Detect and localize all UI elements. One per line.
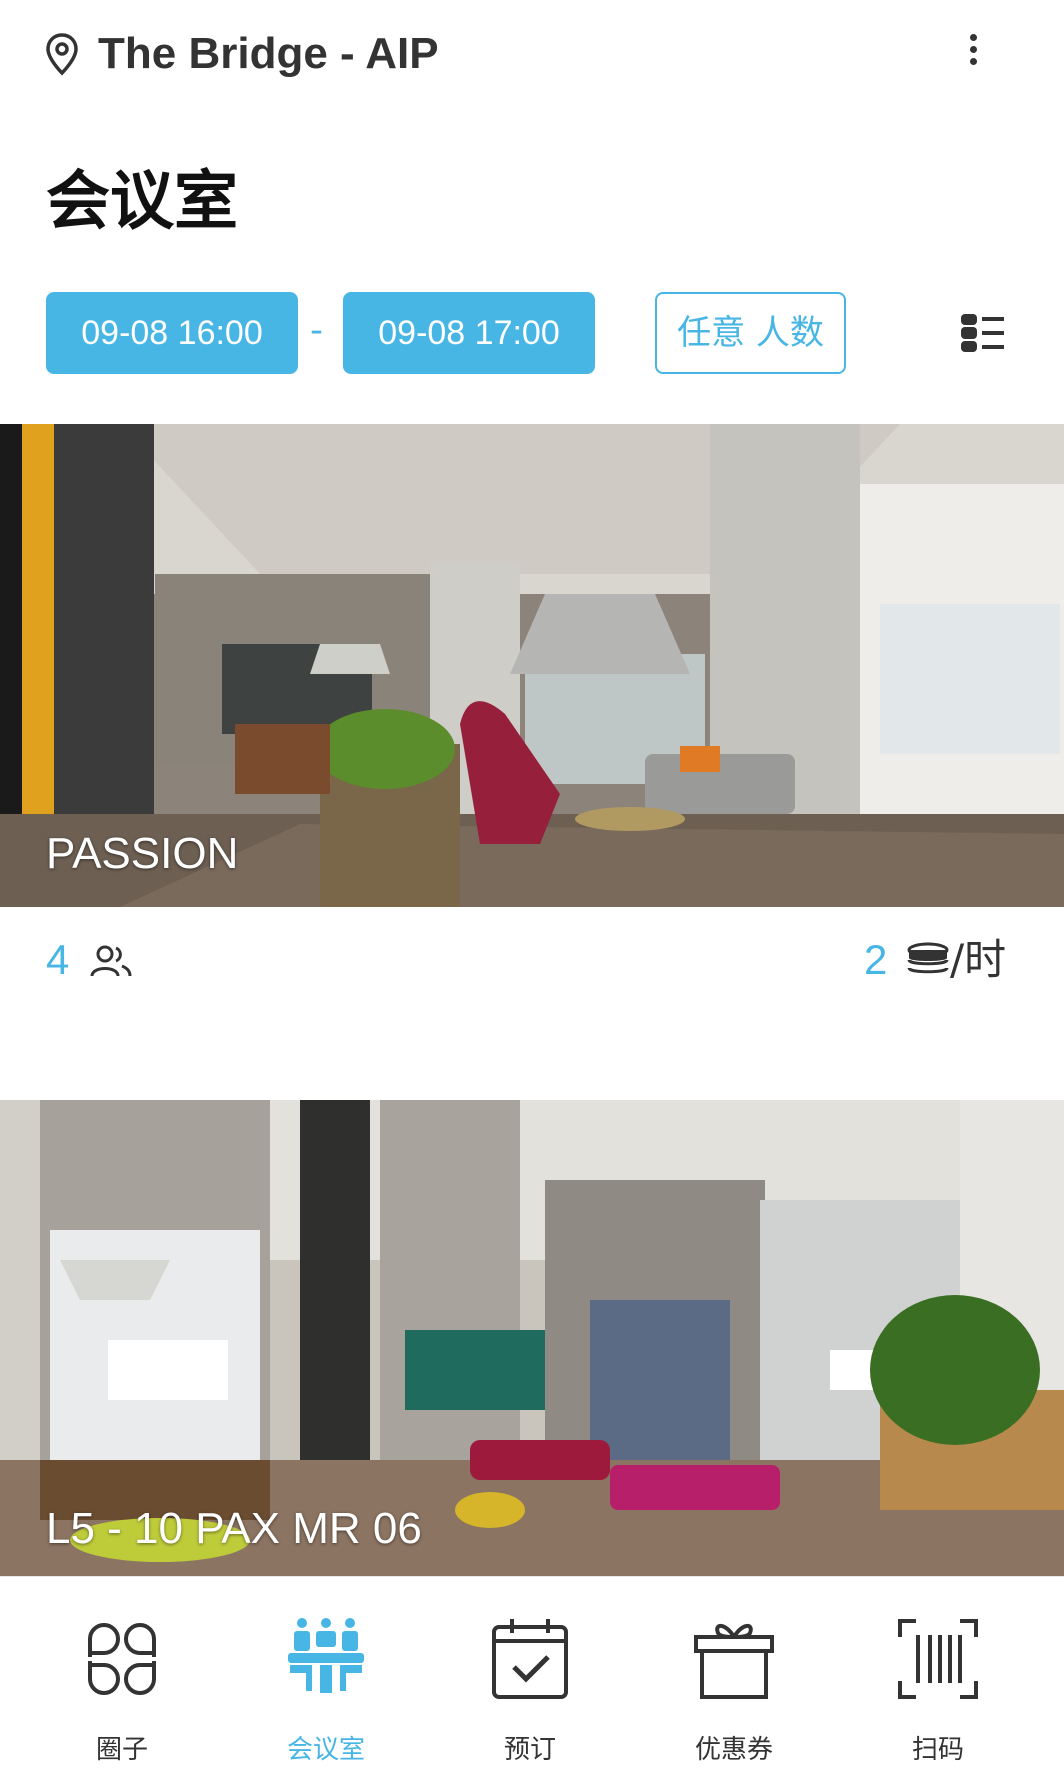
list-view-icon[interactable] (960, 312, 1006, 354)
room-name: L5 - 10 PAX MR 06 (46, 1504, 422, 1553)
room-image[interactable]: L5 - 10 PAX MR 06 (0, 1100, 1064, 1576)
capacity-filter-button[interactable]: 任意 人数 (655, 292, 846, 374)
price-unit: /时 (950, 935, 1007, 984)
room-name: PASSION (46, 829, 239, 878)
coins-icon (907, 942, 949, 974)
room-capacity: 4 (46, 936, 70, 983)
time-separator: - (310, 310, 323, 351)
venue-name[interactable]: The Bridge - AIP (98, 24, 439, 84)
room-price: 2 (864, 936, 888, 983)
tab-scan[interactable]: 扫码 (836, 1577, 1040, 1776)
tab-label: 会议室 (286, 1735, 365, 1765)
tab-meeting-room[interactable]: 会议室 (224, 1577, 428, 1776)
header: The Bridge - AIP (0, 0, 1064, 110)
circles-icon (88, 1623, 156, 1695)
gift-icon (694, 1624, 774, 1699)
tab-circles[interactable]: 圈子 (20, 1577, 224, 1776)
tab-label: 优惠券 (694, 1735, 773, 1765)
end-time-button[interactable]: 09-08 17:00 (343, 292, 595, 374)
room-info: 4 2 /时 (0, 930, 1064, 990)
people-icon (90, 945, 132, 977)
location-pin-icon (46, 33, 78, 76)
calendar-check-icon (492, 1619, 568, 1699)
tab-booking[interactable]: 预订 (428, 1577, 632, 1776)
tab-label: 预订 (503, 1735, 556, 1765)
start-time-button[interactable]: 09-08 16:00 (46, 292, 298, 374)
bottom-tab-bar: 圈子 会议室 预订 优惠券 扫码 (0, 1576, 1064, 1776)
filter-bar: 09-08 16:00 - 09-08 17:00 任意 人数 (0, 292, 1064, 374)
tab-label: 扫码 (911, 1735, 964, 1765)
more-vertical-icon[interactable] (958, 30, 988, 78)
page-title: 会议室 (46, 165, 238, 239)
meeting-room-icon (288, 1618, 364, 1693)
room-image[interactable]: PASSION (0, 424, 1064, 907)
tab-coupons[interactable]: 优惠券 (632, 1577, 836, 1776)
tab-label: 圈子 (95, 1735, 148, 1765)
scan-barcode-icon (898, 1619, 978, 1699)
